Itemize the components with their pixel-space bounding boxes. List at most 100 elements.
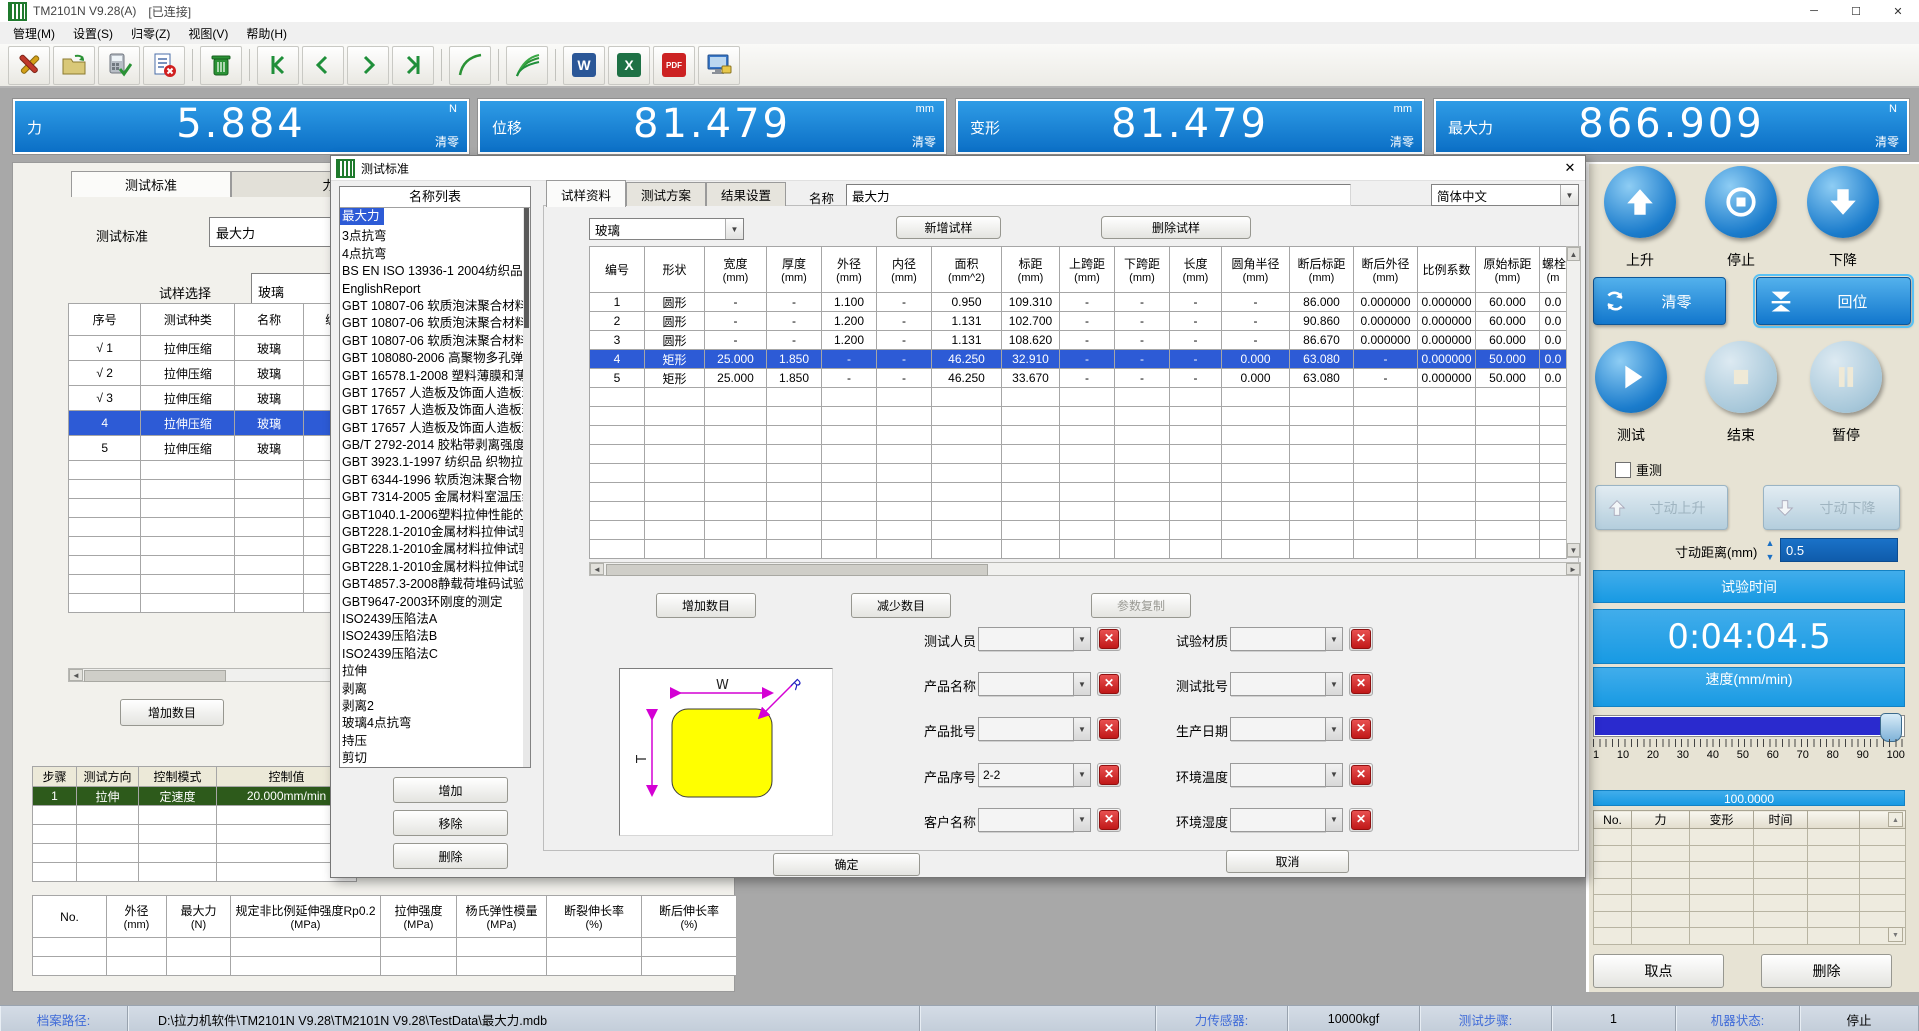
form-field-input[interactable] [978,672,1073,696]
dialog-close-button[interactable]: ✕ [1555,156,1585,180]
standards-list-item[interactable]: GBT228.1-2010金属材料拉伸试验 [340,524,523,541]
form-field-input[interactable] [1230,672,1325,696]
standards-list-item[interactable]: 持压 [340,733,523,750]
inch-distance-spinner[interactable]: ▲▼ [1763,538,1777,562]
jog-down-button[interactable] [1807,166,1879,238]
chevron-down-icon[interactable]: ▼ [1073,763,1091,787]
standards-list-item[interactable]: EnglishReport [340,281,523,298]
chevron-down-icon[interactable]: ▼ [1073,717,1091,741]
inch-up-button[interactable]: 寸动上升 [1595,485,1728,530]
nav-last-button[interactable] [392,46,434,85]
deformation-clear-button[interactable]: 清零 [1390,133,1414,150]
standards-list-item[interactable]: GBT 6344-1996 软质泡沫聚合物 [340,472,523,489]
step-table-row[interactable]: 1 拉伸 定速度 20.000mm/min [33,787,357,806]
add-sample-button[interactable]: 新增试样 [896,216,1001,239]
standards-list-item[interactable]: GBT 3923.1-1997 纺织品 织物拉 [340,454,523,471]
pick-point-button[interactable]: 取点 [1593,954,1724,988]
copy-params-button[interactable]: 参数复制 [1091,593,1191,618]
sample-table-row[interactable]: 1圆形 -- 1.100- 0.950109.310 -- -- 86.0000… [590,293,1567,312]
speed-slider[interactable] [1593,715,1905,737]
chevron-down-icon[interactable]: ▼ [1325,763,1343,787]
test-pause-button[interactable] [1810,341,1882,413]
standards-list-item[interactable]: ISO2439压陷法A [340,611,523,628]
chevron-down-icon[interactable]: ▼ [1073,627,1091,651]
chevron-down-icon[interactable]: ▼ [1325,672,1343,696]
delete-report-button[interactable] [143,46,185,85]
standards-list-item[interactable]: GBT228.1-2010金属材料拉伸试验 [340,559,523,576]
standards-list-item[interactable]: GBT 16578.1-2008 塑料薄膜和薄 [340,368,523,385]
list-add-button[interactable]: 增加 [393,777,508,803]
standards-list-item[interactable]: 剪切 [340,750,523,767]
sample-combo[interactable]: 玻璃 ▼ [589,218,744,240]
standards-list-item[interactable]: GBT 10807-06 软质泡沫聚合材料 [340,315,523,332]
delete-point-button[interactable]: 删除 [1761,954,1892,988]
test-start-button[interactable] [1595,341,1667,413]
ok-button[interactable]: 确定 [773,853,920,876]
form-field-input[interactable] [1230,808,1325,832]
open-report-button[interactable] [53,46,95,85]
jog-up-button[interactable] [1604,166,1676,238]
standards-list-item[interactable]: 3点抗弯 [340,228,523,245]
slider-thumb[interactable] [1880,713,1902,742]
sample-table-row[interactable]: 4矩形 25.0001.850 -- 46.25032.910 -- -0.00… [590,350,1567,369]
standards-list-item[interactable]: 最大力 [340,208,384,225]
standards-list-item[interactable]: 玻璃4点抗弯 [340,715,523,732]
standards-list-item[interactable]: GB/T 2792-2014 胶粘带剥离强度 [340,437,523,454]
curve-button[interactable] [449,46,491,85]
point-table-scroll-up[interactable]: ▲ [1888,812,1903,827]
nav-first-button[interactable] [257,46,299,85]
standards-list-item[interactable]: 4点抗弯 [340,246,523,263]
chevron-down-icon[interactable]: ▼ [1325,717,1343,741]
force-clear-button[interactable]: 清零 [435,133,459,150]
sample-table-vscrollbar[interactable]: ▲ ▼ [1566,246,1581,558]
delete-test-button[interactable] [200,46,242,85]
clear-field-button[interactable]: ✕ [1349,808,1373,832]
multi-curve-button[interactable] [506,46,548,85]
standards-list-item[interactable]: GBT228.1-2010金属材料拉伸试验 [340,541,523,558]
chevron-down-icon[interactable]: ▼ [1325,627,1343,651]
chevron-down-icon[interactable]: ▼ [1325,808,1343,832]
form-field-input[interactable] [1230,717,1325,741]
list-remove-button[interactable]: 移除 [393,810,508,836]
menu-manage[interactable]: 管理(M) [4,22,64,45]
add-count-button[interactable]: 增加数目 [120,699,224,726]
chevron-down-icon[interactable]: ▼ [1073,808,1091,832]
language-combo[interactable]: 简体中文 ▼ [1431,184,1579,206]
standards-list-item[interactable]: BS EN ISO 13936-1 2004纺织品 [340,263,523,280]
standards-list-item[interactable]: GBT9647-2003环刚度的测定 [340,594,523,611]
stop-button[interactable] [1705,166,1777,238]
standards-list-item[interactable]: ISO2439压陷法B [340,628,523,645]
sample-table-row[interactable]: 3圆形 -- 1.200- 1.131108.620 -- -- 86.6700… [590,331,1567,350]
tab-test-standard[interactable]: 测试标准 [71,171,231,197]
max-force-clear-button[interactable]: 清零 [1875,133,1899,150]
sample-table-hscrollbar[interactable]: ◄ ► [589,562,1581,576]
zero-button[interactable]: 清零 [1593,277,1726,325]
home-button[interactable]: 回位 [1756,277,1911,325]
point-table-scroll-down[interactable]: ▼ [1888,927,1903,942]
menu-help[interactable]: 帮助(H) [237,22,296,45]
clear-field-button[interactable]: ✕ [1349,763,1373,787]
sample-table-row[interactable]: 5矩形 25.0001.850 -- 46.25033.670 -- -0.00… [590,369,1567,388]
standards-list-item[interactable]: GBT4857.3-2008静载荷堆码试验 [340,576,523,593]
minimize-button[interactable]: ─ [1793,0,1835,22]
list-delete-button[interactable]: 删除 [393,843,508,869]
standards-list-item[interactable]: GBT 7314-2005 金属材料室温压缩 [340,489,523,506]
menu-settings[interactable]: 设置(S) [64,22,122,45]
export-pdf-button[interactable]: PDF [653,46,695,85]
standards-list-item[interactable]: GBT 17657 人造板及饰面人造板理 [340,385,523,402]
standards-list-item[interactable]: GBT 108080-2006 高聚物多孔弹性 [340,350,523,367]
monitor-button[interactable] [698,46,740,85]
clear-field-button[interactable]: ✕ [1349,717,1373,741]
increase-count-button[interactable]: 增加数目 [656,593,756,618]
standards-list-item[interactable]: ISO2439压陷法C [340,646,523,663]
standards-list-item[interactable]: 拉伸 [340,663,523,680]
form-field-input[interactable] [978,627,1073,651]
decrease-count-button[interactable]: 减少数目 [851,593,951,618]
menu-zero[interactable]: 归零(Z) [122,22,179,45]
clear-field-button[interactable]: ✕ [1349,672,1373,696]
form-field-input[interactable]: 2-2 [978,763,1073,787]
form-field-input[interactable] [978,808,1073,832]
standards-list-item[interactable]: GBT 17657 人造板及饰面人造板理 [340,402,523,419]
export-excel-button[interactable]: X [608,46,650,85]
form-field-input[interactable] [1230,627,1325,651]
